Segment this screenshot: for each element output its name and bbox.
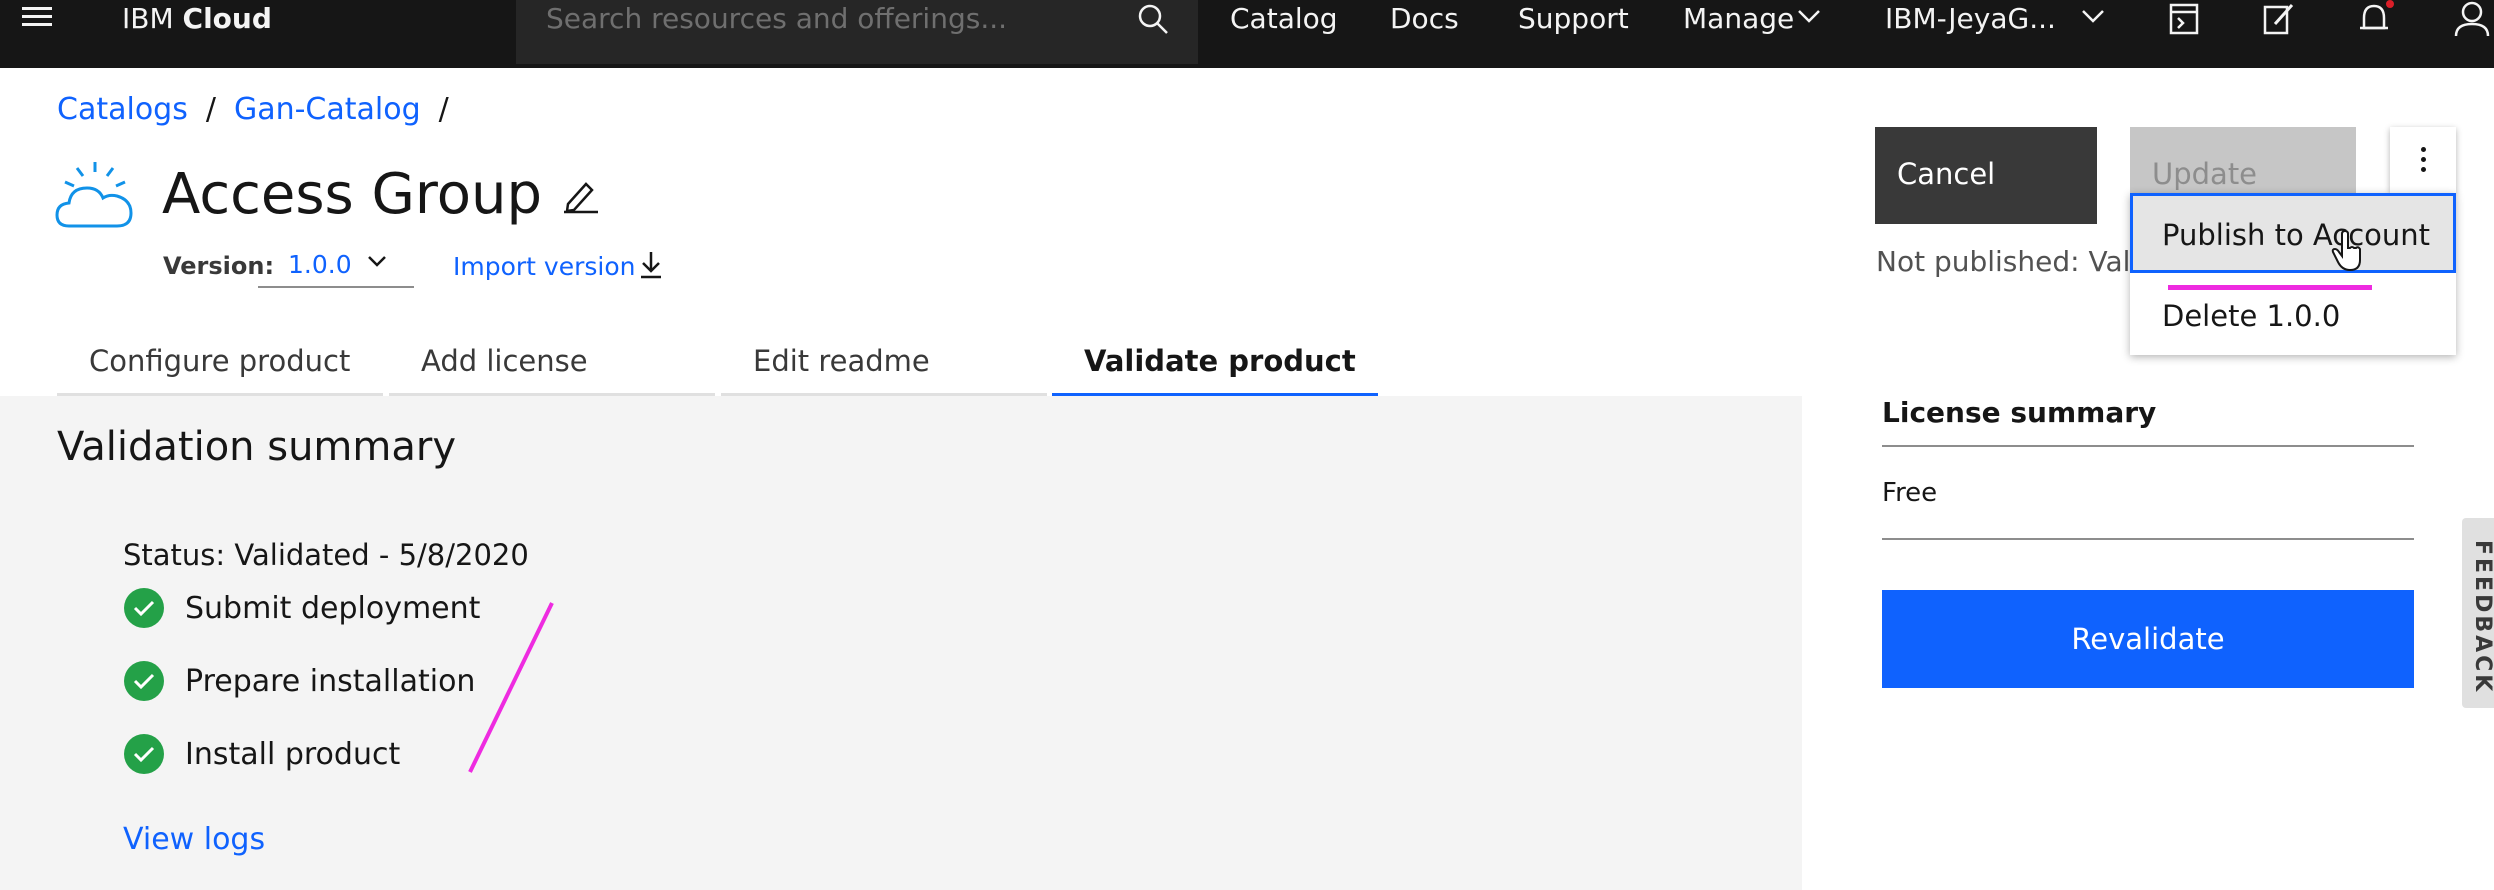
divider: [1882, 538, 2414, 540]
tab-add-license[interactable]: Add license: [389, 336, 715, 396]
hand-cursor-icon: [2331, 230, 2361, 272]
version-value: 1.0.0: [288, 250, 352, 279]
breadcrumb: Catalogs / Gan-Catalog /: [57, 92, 467, 127]
annotation-underline: [2168, 285, 2372, 290]
divider: [1882, 445, 2414, 447]
search-icon[interactable]: [1136, 2, 1170, 36]
version-select[interactable]: 1.0.0: [258, 244, 414, 288]
license-summary-title: License summary: [1882, 396, 2157, 429]
terminal-icon[interactable]: [2168, 2, 2200, 36]
license-value: Free: [1882, 478, 1938, 508]
brand-logo[interactable]: IBM Cloud: [122, 2, 272, 35]
publish-status: Not published: Valid: [1876, 245, 2156, 278]
top-nav-bar: IBM Cloud Search resources and offerings…: [0, 0, 2494, 68]
chevron-down-icon[interactable]: [1796, 6, 1822, 26]
step-label: Submit deployment: [185, 591, 481, 626]
tab-edit-readme[interactable]: Edit readme: [721, 336, 1047, 396]
edit-title-icon[interactable]: [562, 178, 600, 214]
chevron-down-icon[interactable]: [2080, 6, 2106, 26]
nav-account[interactable]: IBM-JeyaG...: [1885, 2, 2056, 35]
checkmark-filled-icon: [124, 661, 164, 701]
breadcrumb-catalogs[interactable]: Catalogs: [57, 92, 188, 127]
checkmark-filled-icon: [124, 734, 164, 774]
validation-summary-title: Validation summary: [57, 424, 456, 470]
download-icon[interactable]: [638, 250, 664, 280]
step-label: Prepare installation: [185, 664, 476, 699]
tab-configure-product[interactable]: Configure product: [57, 336, 383, 396]
nav-docs[interactable]: Docs: [1390, 2, 1459, 35]
page-title: Access Group: [162, 162, 542, 227]
validation-panel: [0, 396, 1802, 890]
step-label: Install product: [185, 737, 401, 772]
brand-bold: Cloud: [182, 2, 272, 35]
brand-light: IBM: [122, 2, 183, 35]
notification-icon[interactable]: [2356, 0, 2396, 38]
search-placeholder: Search resources and offerings...: [546, 2, 1008, 35]
chevron-down-icon: [368, 256, 386, 267]
user-icon[interactable]: [2452, 0, 2492, 38]
nav-catalog[interactable]: Catalog: [1230, 2, 1338, 35]
revalidate-button[interactable]: Revalidate: [1882, 590, 2414, 688]
search-input[interactable]: Search resources and offerings...: [516, 0, 1198, 64]
overflow-menu-button[interactable]: [2390, 127, 2456, 193]
breadcrumb-separator: /: [205, 92, 216, 127]
nav-support[interactable]: Support: [1518, 2, 1629, 35]
overflow-menu: Publish to Account Delete 1.0.0: [2130, 193, 2456, 355]
edit-icon[interactable]: [2262, 0, 2296, 36]
feedback-label: FEEDBACK: [2470, 540, 2494, 695]
import-version-link[interactable]: Import version: [453, 252, 635, 281]
menu-item-publish-to-account[interactable]: Publish to Account: [2130, 193, 2456, 273]
menu-icon[interactable]: [22, 2, 62, 38]
cancel-button[interactable]: Cancel: [1875, 127, 2097, 224]
checkmark-filled-icon: [124, 588, 164, 628]
breadcrumb-separator: /: [438, 92, 449, 127]
nav-manage[interactable]: Manage: [1683, 2, 1794, 35]
tab-validate-product[interactable]: Validate product: [1052, 336, 1378, 396]
validation-status: Status: Validated - 5/8/2020: [123, 538, 529, 572]
breadcrumb-gan-catalog[interactable]: Gan-Catalog: [234, 92, 421, 127]
view-logs-link[interactable]: View logs: [123, 822, 265, 857]
cloud-sun-icon: [55, 162, 133, 228]
